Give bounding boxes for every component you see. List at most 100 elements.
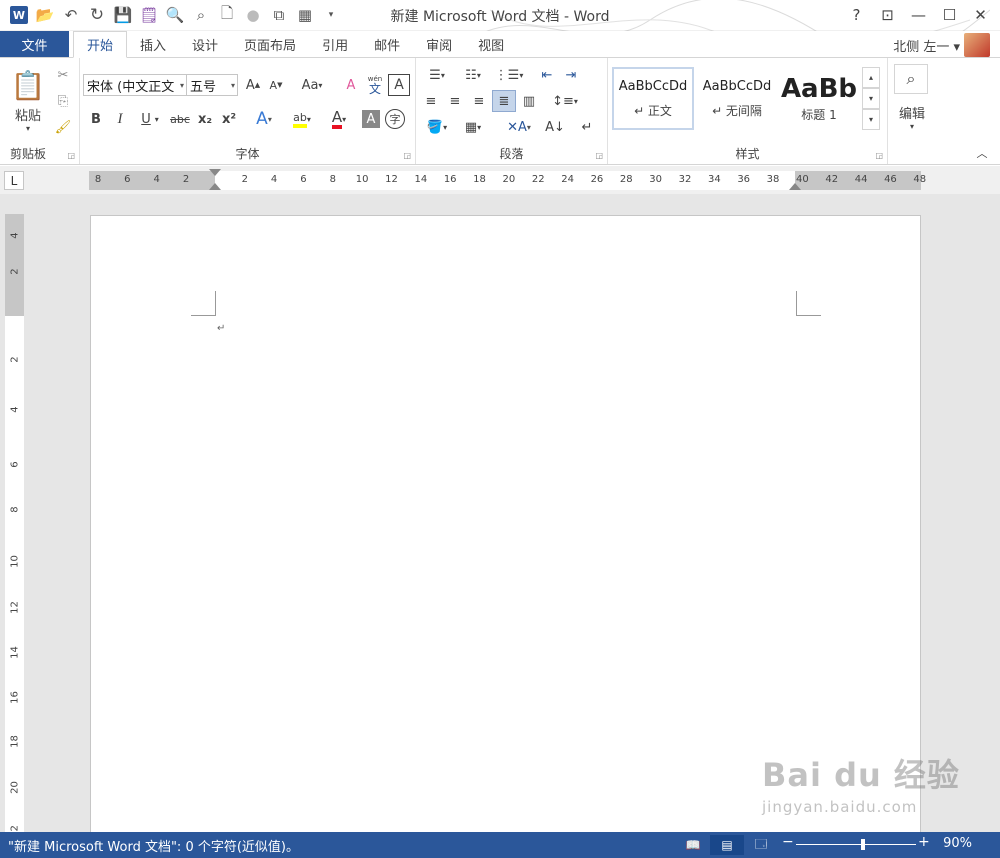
ruler-tick: 18 <box>9 735 21 748</box>
ruler-tick: 12 <box>9 601 21 614</box>
cut-icon[interactable]: ✂ <box>52 64 74 86</box>
ruler-tick: 36 <box>737 174 751 185</box>
italic-button[interactable]: I <box>110 108 130 130</box>
clipboard-launcher-icon[interactable]: ◲ <box>67 151 75 160</box>
ruler-tick: 14 <box>9 646 21 659</box>
align-right-icon[interactable]: ≡ <box>468 90 490 112</box>
editing-button[interactable]: 编辑 ▾ <box>892 100 932 134</box>
zoom-level[interactable]: 90% <box>943 836 972 851</box>
line-spacing-icon[interactable]: ↕≡ ▾ <box>548 90 582 112</box>
binoculars-icon[interactable]: ⌕ <box>894 64 928 94</box>
change-case-button[interactable]: Aa ▾ <box>295 74 329 96</box>
show-marks-icon[interactable]: ↵ <box>576 116 598 138</box>
tab-home[interactable]: 开始 <box>73 31 128 58</box>
ribbon-tabs-bar: 文件 开始 插入 设计 页面布局 引用 邮件 审阅 视图 北侧 左一 ▾ <box>0 31 1000 58</box>
justify-icon[interactable]: ≣ <box>492 90 516 112</box>
ruler-tick: 48 <box>913 174 927 185</box>
help-button[interactable]: ? <box>841 2 872 28</box>
zoom-slider[interactable]: − + <box>782 834 942 853</box>
strikethrough-button[interactable]: abc <box>168 108 192 130</box>
first-line-indent-marker[interactable] <box>209 169 221 176</box>
superscript-button[interactable]: x² <box>218 108 240 130</box>
hanging-indent-marker[interactable] <box>209 183 221 190</box>
zoom-track <box>796 844 916 845</box>
enclose-characters-button[interactable]: 字 <box>385 109 405 129</box>
tab-selector[interactable]: L <box>4 171 24 190</box>
ribbon-display-icon[interactable]: ⊡ <box>872 2 903 28</box>
vertical-ruler[interactable]: 42246810121416182022 <box>5 214 24 838</box>
font-name-combo[interactable]: 宋体 (中文正文 ▾ <box>83 74 187 96</box>
highlight-color-icon[interactable]: ab ▾ <box>285 106 319 132</box>
increase-indent-icon[interactable]: ⇥ <box>560 64 582 86</box>
copy-icon[interactable]: ⎘ <box>52 90 74 112</box>
styles-launcher-icon[interactable]: ◲ <box>875 151 883 160</box>
styles-scroll-up-icon[interactable]: ▴ <box>862 67 880 88</box>
borders-icon[interactable]: ▦ ▾ <box>456 116 490 138</box>
zoom-out-icon[interactable]: − <box>782 834 794 850</box>
paragraph-group: ☰ ▾ ☷ ▾ ⋮☰ ▾ ⇤ ⇥ ≡ ≡ ≡ ≣ ▥ ↕≡ ▾ 🪣 ▾ ▦ ▾ ✕A ▾ A↓… <box>416 58 608 164</box>
text-effects-icon[interactable]: A ▾ <box>248 108 280 130</box>
underline-button[interactable]: U ▾ <box>134 108 166 130</box>
multilevel-list-icon[interactable]: ⋮☰ ▾ <box>492 64 526 86</box>
format-painter-icon[interactable]: 🖌 <box>52 116 74 138</box>
maximize-icon[interactable]: ☐ <box>934 2 965 28</box>
tab-review[interactable]: 审阅 <box>413 31 465 58</box>
character-border-button[interactable]: A <box>388 74 410 96</box>
ruler-tick: 42 <box>825 174 839 185</box>
paste-icon[interactable]: 📋 <box>10 66 46 104</box>
crop-mark-top-left <box>191 291 216 316</box>
tab-file[interactable]: 文件 <box>0 31 69 58</box>
styles-more-icon[interactable]: ▾ <box>862 109 880 130</box>
style-heading-1[interactable]: AaBb 标题 1 <box>780 67 858 130</box>
clear-formatting-icon[interactable]: A <box>340 74 362 96</box>
close-icon[interactable]: ✕ <box>965 2 996 28</box>
style-no-spacing[interactable]: AaBbCcDd ↵ 无间隔 <box>696 67 778 130</box>
character-shading-icon[interactable]: A <box>362 110 380 128</box>
subscript-button[interactable]: x₂ <box>194 108 216 130</box>
web-layout-icon[interactable]: 🗔 <box>744 835 778 855</box>
tab-design[interactable]: 设计 <box>179 31 231 58</box>
font-launcher-icon[interactable]: ◲ <box>403 151 411 160</box>
ruler-tick: 2 <box>9 268 21 275</box>
chinese-layout-icon[interactable]: ✕A ▾ <box>502 116 536 138</box>
collapse-ribbon-icon[interactable]: ︿ <box>972 144 992 162</box>
sort-icon[interactable]: A↓ <box>544 116 566 138</box>
decrease-indent-icon[interactable]: ⇤ <box>536 64 558 86</box>
user-name[interactable]: 北侧 左一 ▾ <box>893 36 960 55</box>
grow-font-button[interactable]: A ▲ <box>242 74 264 96</box>
paragraph-launcher-icon[interactable]: ◲ <box>595 151 603 160</box>
minimize-icon[interactable]: — <box>903 2 934 28</box>
bold-button[interactable]: B <box>86 108 106 130</box>
styles-scroll-down-icon[interactable]: ▾ <box>862 88 880 109</box>
horizontal-ruler[interactable]: 8 6 4 2 2 4 6 8 10 12 14 16 18 20 22 24 26 28 30 32 34 36 38 40… <box>89 169 926 190</box>
tab-page-layout[interactable]: 页面布局 <box>231 31 309 58</box>
ruler-tick: 38 <box>766 174 780 185</box>
numbering-icon[interactable]: ☷ ▾ <box>456 64 490 86</box>
distributed-icon[interactable]: ▥ <box>518 90 540 112</box>
zoom-in-icon[interactable]: + <box>918 834 930 850</box>
read-mode-icon[interactable]: 📖 <box>676 835 710 855</box>
ruler-tick: 4 <box>9 406 21 413</box>
font-size-combo[interactable]: 五号 ▾ <box>186 74 238 96</box>
bullets-icon[interactable]: ☰ ▾ <box>420 64 454 86</box>
watermark-brand: Bai du 经验 <box>762 756 960 794</box>
tab-view[interactable]: 视图 <box>465 31 517 58</box>
style-normal[interactable]: AaBbCcDd ↵ 正文 <box>612 67 694 130</box>
tab-insert[interactable]: 插入 <box>127 31 179 58</box>
word-count-status[interactable]: "新建 Microsoft Word 文档": 0 个字符(近似值)。 <box>8 836 299 855</box>
phonetic-guide-button[interactable]: wén 文 <box>364 72 386 98</box>
tab-references[interactable]: 引用 <box>309 31 361 58</box>
shading-icon[interactable]: 🪣 ▾ <box>420 116 454 138</box>
align-left-icon[interactable]: ≡ <box>420 90 442 112</box>
tab-mailings[interactable]: 邮件 <box>361 31 413 58</box>
zoom-thumb[interactable] <box>860 839 865 850</box>
paragraph-mark: ↵ <box>217 323 226 334</box>
ruler-tick: 2 <box>9 356 21 363</box>
print-layout-icon[interactable]: ▤ <box>710 835 744 855</box>
ruler-row: L 8 6 4 2 2 4 6 8 10 12 14 16 18 20 22 24 26 28 30 32 34 36 38… <box>0 166 1000 194</box>
avatar[interactable] <box>964 33 990 57</box>
shrink-font-button[interactable]: A ▼ <box>265 74 287 96</box>
font-color-icon[interactable]: A ▾ <box>322 106 356 132</box>
align-center-icon[interactable]: ≡ <box>444 90 466 112</box>
paste-button[interactable]: 粘贴 ▾ <box>6 104 50 134</box>
